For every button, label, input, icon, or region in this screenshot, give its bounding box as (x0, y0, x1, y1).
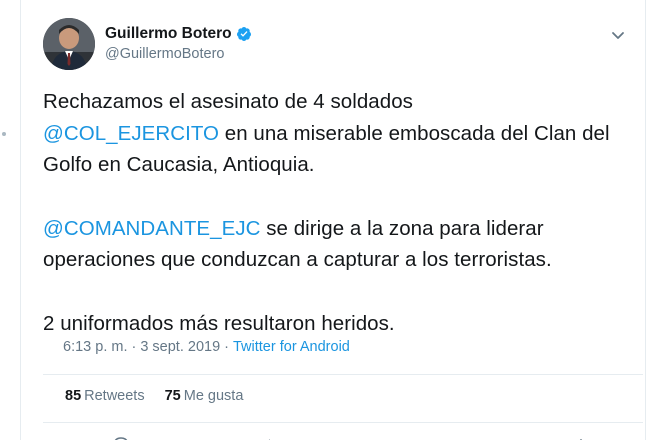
tweet-paragraph-2: @COMANDANTE_EJC se dirige a la zona para… (43, 213, 643, 276)
tweet-time[interactable]: 6:13 p. m. (63, 339, 127, 355)
author-names: Guillermo Botero @GuillermoBotero (105, 24, 252, 62)
tweet-line-1: Rechazamos el asesinato de 4 soldados (43, 90, 413, 113)
tweet-paragraph-1: Rechazamos el asesinato de 4 soldados @C… (43, 86, 643, 181)
handle[interactable]: @GuillermoBotero (105, 46, 252, 62)
retweets-count: 85 (65, 388, 82, 404)
like-icon[interactable] (418, 432, 438, 440)
retweets-label: Retweets (84, 388, 145, 404)
avatar[interactable] (43, 18, 95, 70)
meta-separator: · (131, 339, 137, 355)
tweet-text: Rechazamos el asesinato de 4 soldados @C… (43, 86, 643, 339)
mention-col-ejercito[interactable]: @COL_EJERCITO (43, 122, 219, 145)
tweet-actions (111, 432, 591, 440)
mention-comandante-ejc[interactable]: @COMANDANTE_EJC (43, 217, 260, 240)
tweet-line-4: 2 uniformados más resultaron heridos. (43, 311, 395, 335)
likes-stat[interactable]: 75 Me gusta (165, 388, 244, 404)
tweet-date[interactable]: 3 sept. 2019 (140, 339, 220, 355)
tweet-card: Guillermo Botero @GuillermoBotero Rechaz… (20, 0, 646, 440)
divider-top (43, 374, 643, 375)
likes-label: Me gusta (183, 388, 244, 404)
share-icon[interactable] (571, 432, 591, 440)
divider-bottom (43, 422, 643, 423)
page: Guillermo Botero @GuillermoBotero Rechaz… (0, 0, 660, 440)
display-name[interactable]: Guillermo Botero (105, 25, 232, 43)
tweet-header: Guillermo Botero @GuillermoBotero (43, 16, 633, 76)
meta-separator: · (224, 339, 229, 355)
tweet-paragraph-3: 2 uniformados más resultaron heridos. (43, 308, 643, 340)
display-name-row: Guillermo Botero (105, 24, 252, 44)
verified-badge-icon (236, 26, 252, 42)
retweet-icon[interactable] (264, 432, 284, 440)
tweet-source-link[interactable]: Twitter for Android (233, 339, 350, 355)
chevron-down-icon[interactable] (609, 26, 627, 44)
tweet-meta: 6:13 p. m. · 3 sept. 2019 · Twitter for … (63, 339, 350, 355)
background-dot (2, 132, 6, 136)
retweets-stat[interactable]: 85 Retweets (65, 388, 145, 404)
reply-icon[interactable] (111, 432, 131, 440)
tweet-stats: 85 Retweets 75 Me gusta (65, 388, 243, 404)
likes-count: 75 (164, 388, 181, 404)
